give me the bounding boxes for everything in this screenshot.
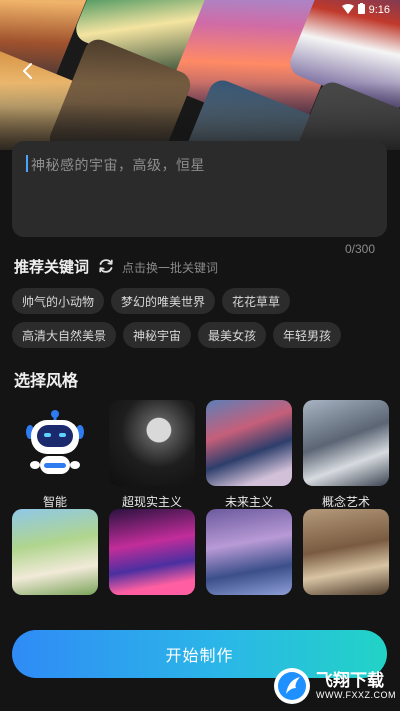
status-time: 9:16 (368, 4, 390, 16)
style-thumbnail (206, 400, 292, 486)
watermark-logo (274, 668, 310, 704)
style-option[interactable] (303, 509, 389, 595)
chevron-left-icon (23, 63, 32, 79)
style-label: 未来主义 (224, 495, 273, 509)
refresh-icon (99, 259, 113, 273)
style-option[interactable] (109, 509, 195, 595)
character-counter: 0/300 (344, 242, 375, 256)
style-thumbnail (109, 509, 195, 595)
style-section-title: 选择风格 (14, 371, 79, 390)
battery-icon (357, 3, 365, 17)
refresh-keywords-button[interactable] (96, 256, 116, 276)
keyword-chip[interactable]: 梦幻的唯美世界 (111, 288, 216, 314)
keyword-chip[interactable]: 花花草草 (222, 288, 291, 314)
style-thumbnail (303, 509, 389, 595)
style-option[interactable] (12, 509, 98, 595)
keyword-chip[interactable]: 最美女孩 (198, 322, 267, 348)
style-thumbnail (303, 400, 389, 486)
keyword-chip[interactable]: 高清大自然美景 (12, 322, 117, 348)
style-label: 概念艺术 (321, 495, 370, 509)
robot-icon (12, 400, 98, 486)
wifi-icon (341, 3, 354, 17)
collage-fade (0, 0, 400, 150)
prompt-input[interactable]: 神秘感的宇宙，高级，恒星 (12, 141, 387, 237)
prompt-placeholder: 神秘感的宇宙，高级，恒星 (31, 158, 205, 174)
style-option-futurism[interactable]: 未来主义 (206, 400, 292, 509)
style-option-smart[interactable]: 智能 (12, 400, 98, 509)
style-option-surrealism[interactable]: 超现实主义 (109, 400, 195, 509)
keyword-chip[interactable]: 帅气的小动物 (12, 288, 105, 314)
style-thumbnail (206, 509, 292, 595)
watermark-url: WWW.FXXZ.COM (316, 690, 396, 700)
refresh-keywords-hint[interactable]: 点击换一批关键词 (122, 259, 218, 276)
style-label: 超现实主义 (121, 495, 182, 509)
keywords-title: 推荐关键词 (14, 258, 90, 276)
keyword-row: 高清大自然美景 神秘宇宙 最美女孩 年轻男孩 (12, 322, 392, 348)
status-bar: 9:16 (341, 3, 390, 17)
style-label: 智能 (42, 495, 67, 509)
style-thumbnail (12, 509, 98, 595)
keyword-row: 帅气的小动物 梦幻的唯美世界 花花草草 (12, 288, 392, 314)
keyword-chip[interactable]: 神秘宇宙 (123, 322, 192, 348)
header-collage (0, 0, 400, 150)
keyword-chip[interactable]: 年轻男孩 (273, 322, 342, 348)
style-thumbnail (109, 400, 195, 486)
style-grid: 智能 超现实主义 未来主义 概念艺术 (12, 400, 390, 595)
back-button[interactable] (14, 58, 40, 84)
style-option[interactable] (206, 509, 292, 595)
text-caret (26, 155, 28, 172)
watermark: 飞翔下载 WWW.FXXZ.COM (272, 664, 397, 708)
style-option-concept-art[interactable]: 概念艺术 (303, 400, 389, 509)
watermark-text: 飞翔下载 (316, 671, 384, 691)
